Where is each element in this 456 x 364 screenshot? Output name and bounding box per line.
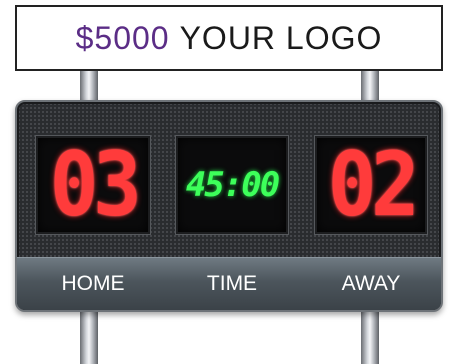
away-score-panel: 02	[315, 136, 427, 234]
sign-text: YOUR LOGO	[179, 19, 383, 56]
home-score-panel: 03	[36, 136, 150, 234]
logo-sign: $5000 YOUR LOGO	[15, 5, 443, 71]
scoreboard: 03 45:00 02 HOME TIME AWAY	[15, 100, 443, 312]
time-panel: 45:00	[176, 136, 288, 234]
sign-price: $5000	[75, 19, 170, 56]
label-strip: HOME TIME AWAY	[17, 257, 441, 310]
home-score: 03	[49, 133, 142, 236]
game-clock: 45:00	[185, 165, 280, 205]
time-label: TIME	[206, 272, 258, 295]
home-label: HOME	[61, 272, 125, 295]
away-label: AWAY	[341, 272, 401, 295]
away-score: 02	[327, 133, 420, 236]
